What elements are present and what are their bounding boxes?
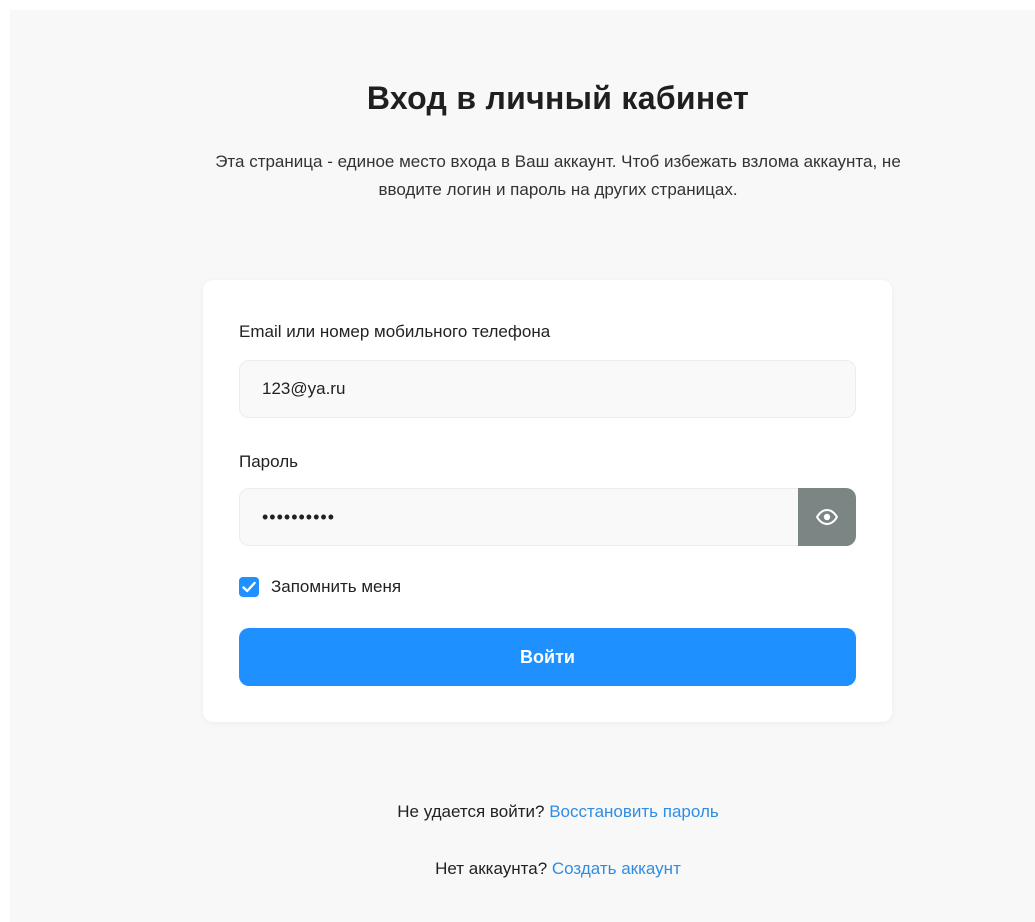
recover-prompt: Не удается войти? [397,802,545,821]
login-page: Вход в личный кабинет Эта страница - еди… [10,10,1035,922]
checkmark-icon [242,581,256,593]
page-subtitle: Эта страница - единое место входа в Ваш … [215,152,901,199]
email-label: Email или номер мобильного телефона [239,322,551,341]
recover-password-link[interactable]: Восстановить пароль [549,802,719,821]
remember-me-toggle[interactable]: Запомнить меня [239,576,401,598]
password-label: Пароль [239,452,298,471]
login-button[interactable]: Войти [239,628,856,686]
show-password-button[interactable] [798,488,856,546]
password-field[interactable] [239,488,799,546]
create-account-link[interactable]: Создать аккаунт [552,859,681,878]
register-prompt: Нет аккаунта? [435,859,548,878]
login-card: Email или номер мобильного телефона Паро… [203,280,892,722]
eye-icon [816,509,838,525]
remember-me-label: Запомнить меня [271,577,402,596]
remember-me-checkbox[interactable] [239,577,259,597]
register-line: Нет аккаунта? Создать аккаунт [10,859,1035,879]
email-field[interactable] [239,360,856,418]
recover-line: Не удается войти? Восстановить пароль [10,802,1035,822]
page-title: Вход в личный кабинет [366,80,750,116]
